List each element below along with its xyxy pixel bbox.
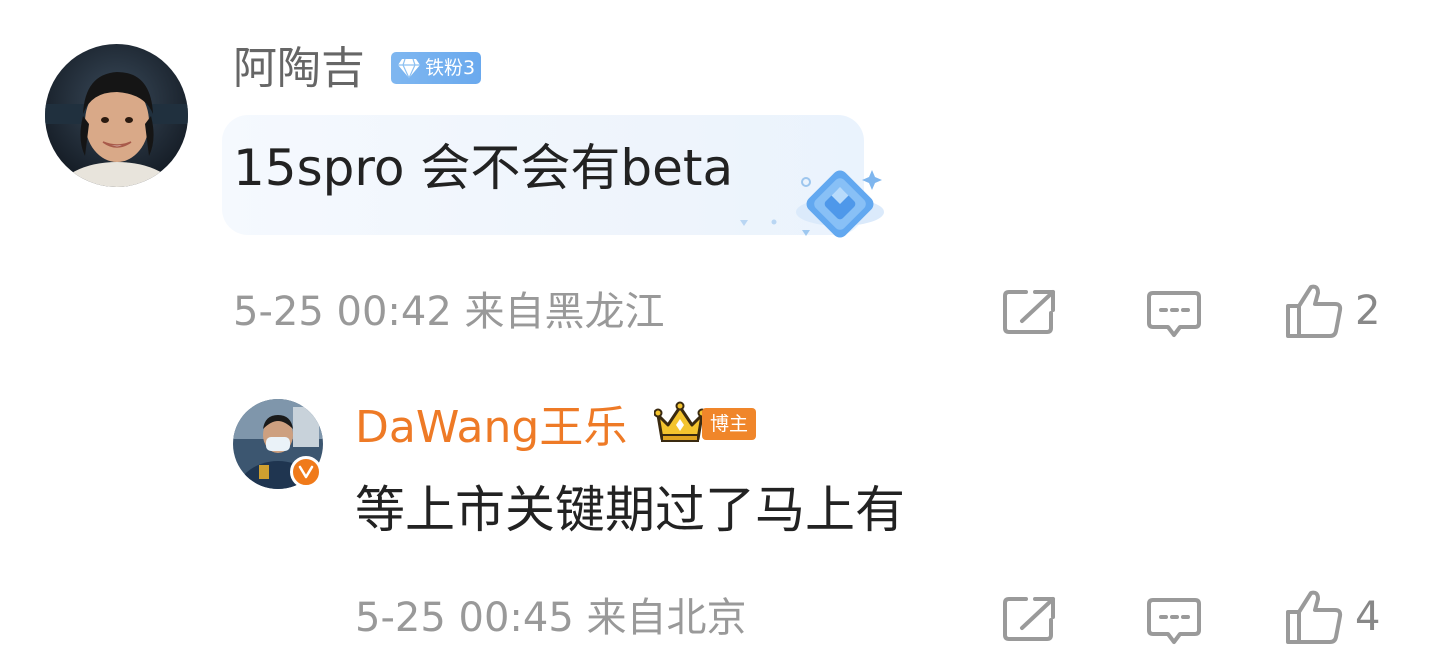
like-button[interactable]: 4 [1285,589,1380,645]
reply-icon [1147,598,1201,644]
reply-icon [1147,291,1201,337]
like-button[interactable]: 2 [1285,283,1380,339]
fan-badge-label: 铁粉3 [425,57,476,79]
comment-meta: 5-25 00:42 来自黑龙江 [233,289,665,335]
like-icon [1286,590,1343,644]
reply-button[interactable] [1146,597,1202,645]
like-count: 4 [1355,594,1381,640]
comment-content: 15spro 会不会有beta [233,139,734,197]
diamond-icon [740,170,884,238]
crown-icon [654,401,706,442]
reply-button[interactable] [1146,290,1202,338]
like-icon [1286,284,1343,338]
username[interactable]: 阿陶吉 [233,44,365,94]
username[interactable]: DaWang王乐 [355,403,627,453]
diamond-icon [398,58,420,79]
comment-meta: 5-25 00:45 来自北京 [355,595,747,641]
fan-badge[interactable]: 铁粉3 [391,52,482,84]
comment: 阿陶吉 铁粉3 15spro 会不会有beta 5-25 00:42 来自黑龙江 [0,0,1440,360]
forward-icon [1003,290,1055,334]
avatar[interactable] [45,44,188,187]
forward-icon [1003,597,1055,641]
verified-icon [290,456,322,488]
comment: DaWang王乐 博主 等上市关键期过了马上有 5-25 00:45 来自北京 … [0,360,1440,669]
comment-content: 等上市关键期过了马上有 [355,481,905,539]
forward-button[interactable] [1002,289,1056,335]
blogger-badge[interactable]: 博主 [702,408,757,440]
like-count: 2 [1355,288,1381,334]
forward-button[interactable] [1002,596,1056,642]
